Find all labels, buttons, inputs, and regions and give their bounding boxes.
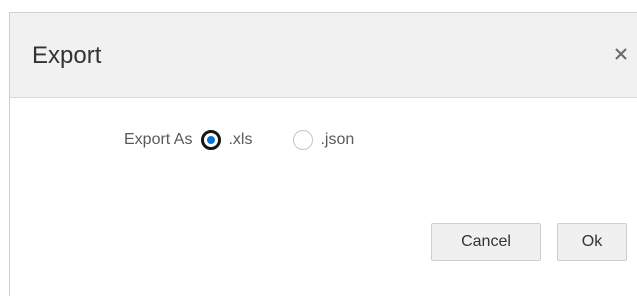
dialog-header: Export	[10, 13, 637, 98]
radio-json-label: .json	[320, 131, 355, 148]
export-as-label: Export As	[124, 131, 193, 148]
radio-xls-button[interactable]	[201, 130, 222, 150]
export-dialog: Export Export As .xls .json Cancel Ok	[9, 12, 637, 296]
radio-json[interactable]: .json	[293, 130, 354, 150]
radio-xls[interactable]: .xls	[201, 130, 252, 150]
dialog-title: Export	[32, 42, 102, 69]
close-icon[interactable]	[613, 46, 629, 62]
cancel-button[interactable]: Cancel	[431, 223, 541, 261]
radio-xls-label: .xls	[228, 131, 253, 148]
radio-json-button[interactable]	[293, 130, 314, 150]
ok-button[interactable]: Ok	[557, 223, 627, 261]
export-format-group: Export As .xls .json	[124, 128, 354, 152]
